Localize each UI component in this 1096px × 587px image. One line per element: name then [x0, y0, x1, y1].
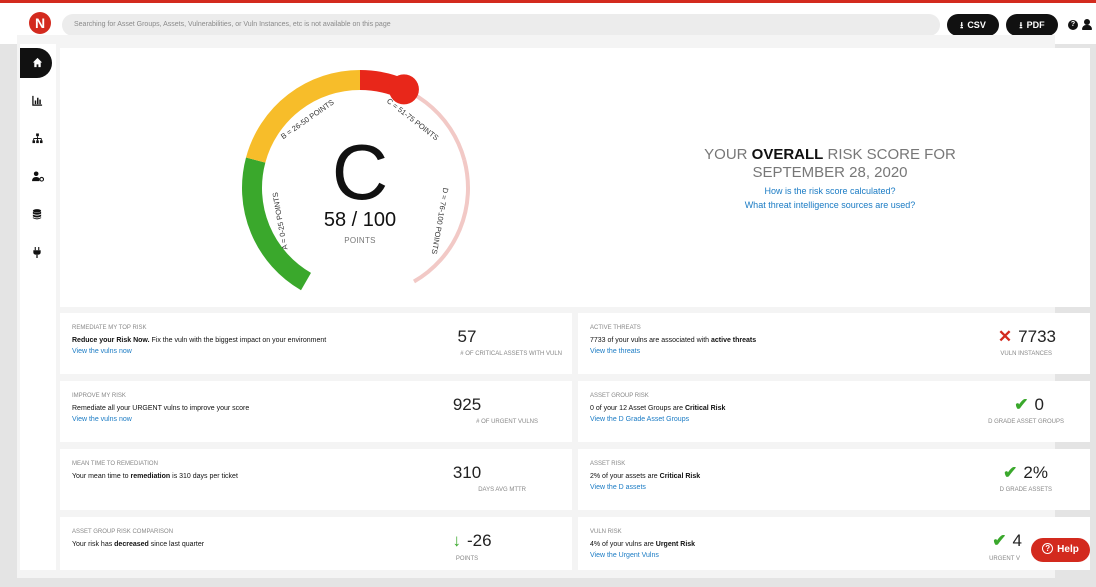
- card-unit: DAYS AVG MTTR: [478, 487, 526, 493]
- card-asset-group-risk-comparison: ASSET GROUP RISK COMPARISON Your risk ha…: [60, 517, 572, 570]
- database-icon: [32, 209, 42, 220]
- risk-score: 58 / 100: [323, 209, 397, 231]
- app-logo[interactable]: N: [29, 12, 51, 34]
- download-icon: ⭳: [1019, 20, 1023, 30]
- csv-label: CSV: [967, 20, 986, 30]
- pdf-label: PDF: [1026, 20, 1045, 30]
- card-value: -26: [466, 531, 492, 550]
- search-input[interactable]: Searching for Asset Groups, Assets, Vuln…: [62, 14, 940, 36]
- help-button[interactable]: ? Help: [1031, 538, 1090, 562]
- headline-date: SEPTEMBER 28, 2020: [752, 164, 908, 181]
- view-d-assets-link[interactable]: View the D assets: [590, 484, 646, 491]
- card-value: 925: [452, 395, 482, 414]
- card-unit: POINTS: [455, 556, 479, 562]
- card-unit: D GRADE ASSETS: [999, 487, 1052, 493]
- check-icon: ✔: [992, 531, 1007, 550]
- card-value-row: ✔ 4: [942, 531, 1022, 551]
- card-title: VULN RISK: [590, 529, 622, 535]
- view-vulns-link[interactable]: View the vulns now: [72, 416, 132, 423]
- card-title: MEAN TIME TO REMEDIATION: [72, 461, 158, 467]
- card-value-row: ✔ 2%: [888, 463, 1048, 483]
- card-description: 2% of your assets are Critical Risk: [590, 473, 701, 480]
- gauge-indicator: [388, 74, 419, 105]
- card-asset-risk: ASSET RISK 2% of your assets are Critica…: [578, 449, 1090, 510]
- card-value-row: ✔ 0: [884, 395, 1044, 415]
- card-unit: URGENT V: [989, 556, 1020, 562]
- question-icon: ?: [1042, 543, 1054, 554]
- hierarchy-icon: [32, 133, 43, 144]
- export-csv-button[interactable]: ⭳ CSV: [947, 14, 999, 36]
- card-value: 0: [1034, 395, 1044, 414]
- card-unit: VULN INSTANCES: [1000, 351, 1052, 357]
- x-icon: ✕: [997, 327, 1013, 346]
- view-urgent-vulns-link[interactable]: View the Urgent Vulns: [590, 552, 659, 559]
- card-title: ACTIVE THREATS: [590, 325, 641, 331]
- chart-icon: [32, 95, 43, 106]
- help-circle-icon[interactable]: ?: [1068, 20, 1078, 30]
- sidebar-item-charts[interactable]: [20, 86, 56, 116]
- risk-score-panel: A = 0-25 POINTS B = 26-50 POINTS C = 51-75…: [60, 48, 1090, 307]
- card-remediate-top-risk: REMEDIATE MY TOP RISK Reduce your Risk N…: [60, 313, 572, 374]
- headline-emphasis: OVERALL: [751, 146, 824, 163]
- check-icon: ✔: [1014, 395, 1029, 414]
- card-mean-time-to-remediation: MEAN TIME TO REMEDIATION Your mean time …: [60, 449, 572, 510]
- points-label: POINTS: [344, 236, 376, 245]
- card-description: 4% of your vulns are Urgent Risk: [590, 541, 696, 548]
- export-pdf-button[interactable]: ⭳ PDF: [1006, 14, 1058, 36]
- help-label: Help: [1057, 544, 1079, 555]
- card-title: ASSET GROUP RISK COMPARISON: [72, 529, 174, 535]
- card-active-threats: ACTIVE THREATS 7733 of your vulns are as…: [578, 313, 1090, 374]
- card-unit: D GRADE ASSET GROUPS: [988, 419, 1064, 425]
- card-description: Your risk has decreased since last quart…: [72, 541, 205, 548]
- view-threats-link[interactable]: View the threats: [590, 348, 640, 355]
- view-d-grade-asset-groups-link[interactable]: View the D Grade Asset Groups: [590, 416, 689, 423]
- risk-calc-link[interactable]: How is the risk score calculated?: [680, 186, 980, 196]
- download-icon: ⭳: [960, 20, 964, 30]
- sidebar: [20, 44, 56, 570]
- card-title: ASSET RISK: [590, 461, 626, 467]
- threat-sources-link[interactable]: What threat intelligence sources are use…: [680, 200, 980, 210]
- headline-prefix: YOUR: [704, 146, 752, 163]
- headline-suffix: RISK SCORE FOR: [823, 146, 956, 163]
- card-asset-group-risk: ASSET GROUP RISK 0 of your 12 Asset Grou…: [578, 381, 1090, 442]
- sidebar-item-database[interactable]: [20, 200, 56, 230]
- card-unit: # OF CRITICAL ASSETS WITH VULN: [460, 351, 562, 357]
- check-icon: ✔: [1003, 463, 1018, 482]
- card-description: 7733 of your vulns are associated with a…: [590, 337, 757, 344]
- view-vulns-link[interactable]: View the vulns now: [72, 348, 132, 355]
- card-description: 0 of your 12 Asset Groups are Critical R…: [590, 405, 726, 412]
- card-description: Your mean time to remediation is 310 day…: [72, 473, 238, 480]
- user-settings-icon: [32, 171, 44, 182]
- plug-icon: [33, 247, 41, 258]
- card-title: REMEDIATE MY TOP RISK: [72, 325, 147, 331]
- card-value: 7733: [1018, 327, 1056, 346]
- sidebar-item-hierarchy[interactable]: [20, 124, 56, 154]
- card-title: ASSET GROUP RISK: [590, 393, 649, 399]
- sidebar-item-home[interactable]: [20, 48, 52, 78]
- arrow-down-icon: ↓: [452, 531, 461, 550]
- card-value: 4: [1012, 531, 1022, 550]
- card-title: IMPROVE MY RISK: [72, 393, 126, 399]
- card-value-row: ↓ -26: [412, 531, 532, 551]
- user-icon[interactable]: [1082, 19, 1092, 31]
- card-value: 2%: [1023, 463, 1048, 482]
- card-description: Reduce your Risk Now. Fix the vuln with …: [72, 337, 327, 344]
- sidebar-item-integrations[interactable]: [20, 238, 56, 268]
- overall-risk-headline: YOUR OVERALL RISK SCORE FOR SEPTEMBER 28…: [680, 146, 980, 182]
- home-icon: [32, 57, 43, 68]
- card-description: Remediate all your URGENT vulns to impro…: [72, 405, 250, 412]
- risk-grade: C: [331, 128, 389, 216]
- card-unit: # OF URGENT VULNS: [476, 419, 538, 425]
- sidebar-item-users[interactable]: [20, 162, 56, 192]
- card-vuln-risk: VULN RISK 4% of your vulns are Urgent Ri…: [578, 517, 1090, 570]
- card-value: 310: [452, 463, 482, 482]
- card-improve-my-risk: IMPROVE MY RISK Remediate all your URGEN…: [60, 381, 572, 442]
- card-value: 57: [457, 327, 477, 346]
- card-value-row: ✕ 7733: [896, 327, 1056, 347]
